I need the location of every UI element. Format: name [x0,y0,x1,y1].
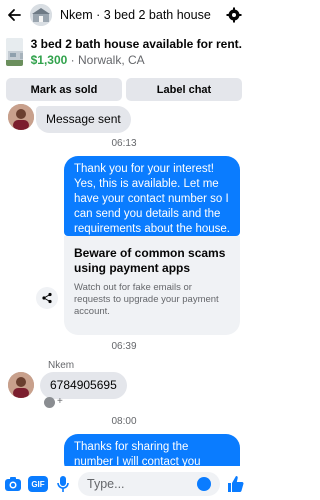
emoji-icon[interactable] [197,477,211,491]
share-icon[interactable] [36,287,58,309]
sender-name: Nkem [48,360,75,371]
timestamp: 06:39 [111,341,137,352]
smiley-icon [44,396,55,408]
label-chat-button[interactable]: Label chat [126,78,242,101]
message-bubble-outgoing[interactable]: Thank you for your interest! Yes, this i… [64,156,240,236]
scam-warning-title: Beware of common scams using payment app… [74,246,226,275]
message-composer: GIF Type... [0,468,248,500]
timestamp: 08:00 [111,416,137,427]
plus-icon: + [57,396,63,407]
header-avatar[interactable] [30,4,52,26]
mark-as-sold-button[interactable]: Mark as sold [6,78,122,101]
scam-warning-card[interactable]: Beware of common scams using payment app… [64,236,240,335]
scam-warning-subtitle: Watch out for fake emails or requests to… [74,282,219,317]
listing-subtitle: $1,300 · Norwalk, CA [31,53,242,67]
gif-icon[interactable]: GIF [28,476,48,492]
message-thread[interactable]: Message sent 06:13 Thank you for your in… [0,104,248,466]
avatar[interactable] [8,372,34,398]
thumbs-up-icon[interactable] [226,475,244,493]
message-input[interactable]: Type... [78,472,220,496]
listing-location: · Norwalk, CA [67,53,145,67]
microphone-icon[interactable] [54,475,72,493]
message-bubble-incoming[interactable]: 6784905695 [40,372,127,399]
listing-price: $1,300 [30,53,68,67]
back-arrow-icon[interactable] [6,7,22,23]
listing-thumbnail [6,38,23,66]
listing-title: 3 bed 2 bath house available for rent. [30,37,242,51]
conversation-header: Nkem · 3 bed 2 bath house [0,0,248,30]
timestamp: 06:13 [111,138,137,149]
listing-summary[interactable]: 3 bed 2 bath house available for rent. $… [0,32,248,72]
message-input-placeholder: Type... [87,477,125,491]
reaction-button[interactable]: + [44,396,64,408]
conversation-title: Nkem · 3 bed 2 bath house [60,8,211,22]
avatar[interactable] [8,104,34,130]
listing-actions: Mark as sold Label chat [6,78,242,101]
gear-icon[interactable] [226,7,242,23]
camera-icon[interactable] [4,475,22,493]
message-bubble-incoming[interactable]: Message sent [36,106,131,133]
message-bubble-outgoing[interactable]: Thanks for sharing the number I will con… [64,434,240,466]
